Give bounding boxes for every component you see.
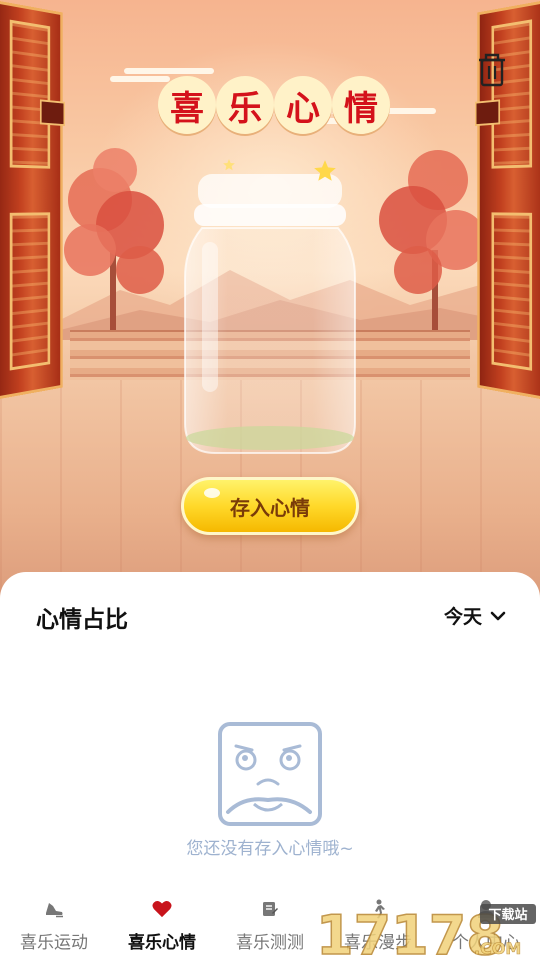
trash-icon <box>479 53 505 87</box>
tab-label: 喜乐漫步 <box>344 933 412 953</box>
empty-state-text: 您还没有存入心情哦~ <box>186 839 354 859</box>
door-left-illustration <box>0 0 66 400</box>
tab-walk[interactable]: 喜乐漫步 <box>324 892 432 960</box>
tab-label: 个人中心 <box>452 933 520 953</box>
title-char: 心 <box>274 76 332 134</box>
bottom-tab-bar: 喜乐运动 喜乐心情 喜乐测测 喜乐漫步 个人中心 <box>0 892 540 960</box>
tree-left-illustration <box>64 148 164 340</box>
walk-icon <box>375 899 385 919</box>
document-edit-icon <box>263 902 278 916</box>
trash-button[interactable] <box>474 50 510 90</box>
star-icon <box>223 159 235 171</box>
sad-box-icon <box>218 722 322 826</box>
tab-label: 喜乐测测 <box>236 933 304 953</box>
heart-icon <box>152 901 172 918</box>
tree-right-illustration <box>379 150 486 340</box>
save-mood-button[interactable]: 存入心情 <box>181 477 359 535</box>
page-title: 喜 乐 心 情 <box>100 60 440 150</box>
period-dropdown[interactable]: 今天 <box>444 602 506 629</box>
title-char: 乐 <box>216 76 274 134</box>
save-mood-button-label: 存入心情 <box>230 495 310 520</box>
card-title: 心情占比 <box>36 607 128 633</box>
person-icon <box>478 900 494 918</box>
tab-mood[interactable]: 喜乐心情 <box>108 892 216 960</box>
tab-profile[interactable]: 个人中心 <box>432 892 540 960</box>
mood-jar-illustration <box>184 174 356 454</box>
title-char: 情 <box>332 76 390 134</box>
hero-scene: 喜 乐 心 情 存入心情 <box>0 0 540 600</box>
mood-ratio-card: 心情占比 今天 您还没有存入心情哦~ <box>0 572 540 892</box>
sneaker-icon <box>46 903 63 918</box>
star-icon <box>314 160 336 181</box>
tab-label: 喜乐心情 <box>128 933 196 953</box>
tab-sport[interactable]: 喜乐运动 <box>0 892 108 960</box>
title-char: 喜 <box>158 76 216 134</box>
button-shine <box>204 488 220 498</box>
tab-test[interactable]: 喜乐测测 <box>216 892 324 960</box>
tab-label: 喜乐运动 <box>20 933 88 953</box>
period-label: 今天 <box>443 606 482 628</box>
chevron-down-icon <box>490 611 506 620</box>
